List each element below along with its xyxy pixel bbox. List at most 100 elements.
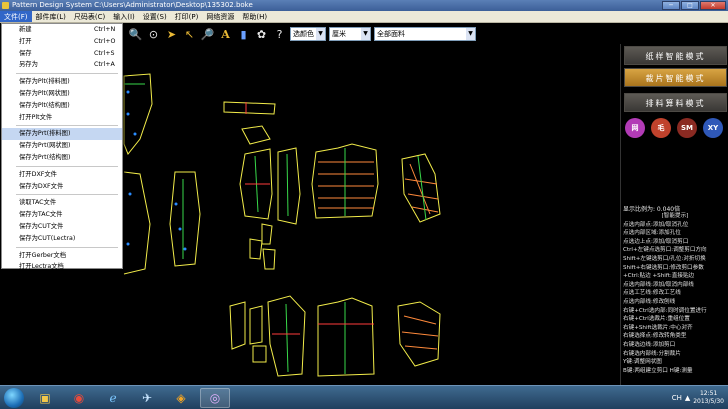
title-bar: Pattern Design System C:\Users\Administr…	[0, 0, 728, 11]
menu-item[interactable]: 帮助(H)	[238, 11, 271, 22]
explorer-icon[interactable]: ▣	[30, 388, 60, 408]
file-menu-item-label: 新建	[19, 26, 32, 33]
unit-select[interactable]: 厘米 ▼	[329, 27, 371, 41]
smart-hint-line: Ctrl+左键点选剪口:调整剪口方向	[623, 247, 707, 254]
pattern-piece-bottom-back	[317, 297, 375, 377]
system-tray: CH ▲ 12:51 2013/5/30	[672, 386, 728, 409]
language-indicator[interactable]: CH	[672, 394, 682, 402]
menu-item[interactable]: 设置(S)	[139, 11, 171, 22]
file-menu-item[interactable]: 保存为Prt(排料图)	[2, 128, 122, 141]
menu-item[interactable]: 网络资源	[202, 11, 238, 22]
file-menu-item-label: 打开DXF文件	[19, 170, 57, 178]
smart-hint-line: B键:两组建立剪口 H键:测量	[623, 367, 693, 374]
clock[interactable]: 12:51 2013/5/30	[693, 390, 724, 406]
pattern-piece-sleeve-small	[241, 125, 271, 145]
menu-item[interactable]: 部件库(L)	[32, 11, 70, 22]
pattern-app-icon[interactable]: ◎	[200, 388, 230, 408]
file-menu-item-shortcut: Ctrl+A	[94, 61, 115, 69]
fabric-select-value: 全部面料	[377, 30, 405, 38]
smart-hint-line: Y键:调整网状图	[623, 359, 662, 366]
media-icon[interactable]: ◈	[166, 388, 196, 408]
pattern-piece-front-left	[239, 148, 273, 220]
smart-hint-line: 右键+Ctrl选裁片:重组位置	[623, 316, 690, 323]
tray-expand-icon[interactable]: ▲	[685, 394, 690, 402]
arrow-icon[interactable]: ➤	[164, 27, 179, 42]
file-menu-item[interactable]: 保存为DXF文件	[2, 181, 122, 193]
smart-hint-line: 点选内部区域:添加孔位	[623, 230, 681, 237]
file-menu-item[interactable]: 打开DXF文件	[2, 169, 122, 181]
file-menu-item[interactable]: 保存为Prt(网状图)	[2, 140, 122, 152]
pattern-piece-left-mid	[123, 171, 201, 275]
net-button[interactable]: 网	[625, 118, 645, 138]
taskbar: ▣ ◉ ℯ ✈ ◈ ◎ CH ▲ 12:51 2013/5/30	[0, 385, 728, 409]
pattern-piece-pocket-small	[249, 223, 276, 270]
figure-icon[interactable]: ▮	[236, 27, 251, 42]
text-icon[interactable]: A	[218, 27, 233, 42]
smart-hint-line: Shift+右键选剪口:修改剪口参数	[623, 264, 704, 271]
file-menu-item[interactable]: 打开 Ctrl+O	[2, 36, 122, 48]
toolbar: 🔍 ⊙ ➤ ↖ 🔎 A ▮ ✿ ? 选颜色 ▼ 厘米 ▼ 全部面料 ▼	[124, 24, 624, 44]
mode-button-cutpiece[interactable]: 裁片智能模式	[624, 68, 727, 87]
smart-hint-line: 右键选择点:修改转角类型	[623, 333, 687, 340]
pattern-piece-bottom-sleeve	[397, 301, 441, 367]
start-button[interactable]	[4, 388, 24, 408]
pattern-piece-front-right	[277, 147, 301, 225]
menu-item[interactable]: 尺码表(C)	[70, 11, 109, 22]
smart-hint-line: +Ctrl:贴边 +Shift:直接贴边	[623, 273, 695, 280]
file-menu-item-shortcut: Ctrl+O	[94, 37, 116, 45]
chrome-icon[interactable]: ◉	[64, 388, 94, 408]
smart-hint-line: 右键选内部线:分割裁片	[623, 350, 681, 357]
fabric-select[interactable]: 全部面料 ▼	[374, 27, 476, 41]
minimize-button[interactable]: ─	[662, 1, 680, 10]
pattern-piece-bottom-front	[267, 295, 306, 377]
file-menu-item-label: 打开Plt文件	[19, 113, 53, 121]
file-menu-item-label: 保存为TAC文件	[19, 211, 63, 219]
file-menu-item[interactable]: 保存为Plt(结构图)	[2, 100, 122, 112]
smart-hint-line: 点选内部线:添加/取消内部线	[623, 281, 694, 288]
file-menu-item[interactable]: 保存为CUT(Lectra)	[2, 233, 122, 245]
app-icon	[2, 2, 9, 9]
file-menu-item-label: 保存为Prt(网状图)	[19, 142, 71, 150]
file-menu-item-label: 读取TAC文件	[19, 199, 57, 207]
sm-button[interactable]: SM	[677, 118, 697, 138]
rotate-arrow-icon[interactable]: ↖	[182, 27, 197, 42]
file-menu-item[interactable]: 读取TAC文件	[2, 197, 122, 209]
file-menu-item[interactable]: 保存为Plt(网状图)	[2, 88, 122, 100]
help-icon[interactable]: ?	[272, 27, 287, 42]
xy-button[interactable]: XY	[703, 118, 723, 138]
pattern-icon[interactable]: ✿	[254, 27, 269, 42]
pattern-piece-bottom-small	[229, 301, 267, 363]
file-menu-item-label: 保存为Prt(结构图)	[19, 153, 71, 161]
menu-item[interactable]: 打印(P)	[171, 11, 203, 22]
file-menu-item[interactable]: 保存为CUT文件	[2, 221, 122, 233]
mode-button-marker[interactable]: 排料算料模式	[624, 93, 727, 112]
file-menu-item-label: 保存为DXF文件	[19, 182, 64, 190]
file-menu-item-label: 保存	[19, 49, 32, 57]
file-menu-item[interactable]: 新建 Ctrl+N	[2, 24, 122, 36]
chevron-down-icon: ▼	[361, 28, 370, 40]
ie-icon[interactable]: ℯ	[98, 388, 128, 408]
smart-hint-line: 点选内部线:修改刨线	[623, 298, 676, 305]
file-menu-item[interactable]: 打开Plt文件	[2, 112, 122, 124]
plane-icon[interactable]: ✈	[132, 388, 162, 408]
file-menu-item[interactable]: 保存为Prt(结构图)	[2, 152, 122, 164]
file-menu-item[interactable]: 保存 Ctrl+S	[2, 48, 122, 60]
mode-button-pattern[interactable]: 纸样智能模式	[624, 46, 727, 65]
close-button[interactable]: ✕	[700, 1, 726, 10]
zoom-fit-icon[interactable]: ⊙	[146, 27, 161, 42]
file-menu-item-label: 保存为CUT(Lectra)	[19, 234, 76, 242]
menu-item[interactable]: 输入(I)	[109, 11, 139, 22]
file-menu-item[interactable]: 保存为TAC文件	[2, 209, 122, 221]
file-menu-item[interactable]: 另存为 Ctrl+A	[2, 59, 122, 71]
file-menu-item-label: 打开Gerber文档	[19, 251, 66, 259]
maximize-button[interactable]: □	[681, 1, 699, 10]
file-menu-item[interactable]: 打开Gerber文档	[2, 250, 122, 262]
zoom-icon[interactable]: 🔍	[128, 27, 143, 42]
magnify-icon[interactable]: 🔎	[200, 27, 215, 42]
menu-item[interactable]: 文件(F)	[0, 11, 32, 22]
file-menu-item[interactable]: 打开Lectra文档	[2, 261, 122, 273]
chevron-down-icon: ▼	[466, 28, 475, 40]
file-menu-item[interactable]: 保存为Plt(排料图)	[2, 76, 122, 88]
color-select[interactable]: 选颜色 ▼	[290, 27, 326, 41]
seam-button[interactable]: 毛	[651, 118, 671, 138]
